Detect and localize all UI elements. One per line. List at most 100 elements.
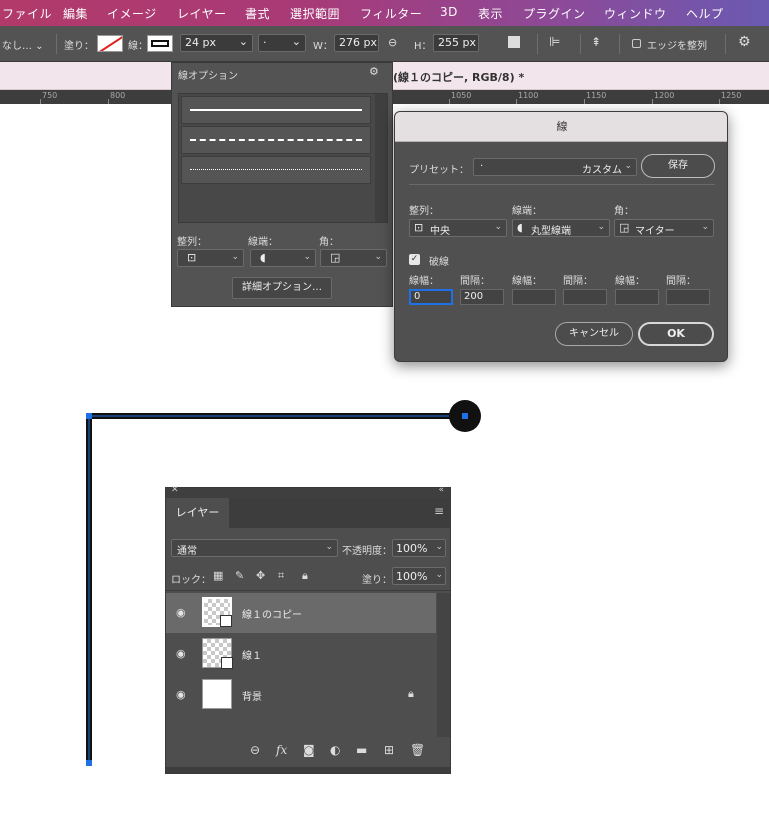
new-layer-icon[interactable]: ⊞ bbox=[384, 743, 394, 757]
close-icon[interactable]: ✕ bbox=[171, 485, 179, 495]
dash-1-field[interactable]: 0 bbox=[409, 289, 453, 305]
blend-mode-select[interactable]: 通常 ⌄ bbox=[171, 539, 338, 557]
stroke-width-field[interactable]: 24 px ⌄ bbox=[180, 34, 253, 52]
anchor-point[interactable] bbox=[462, 413, 468, 419]
corners-select[interactable]: ◲ ⌄ bbox=[320, 249, 387, 267]
align-edges-checkbox[interactable] bbox=[632, 39, 641, 48]
height-field[interactable]: 255 px bbox=[433, 34, 479, 52]
caps-select[interactable]: ◖ 丸型線端 ⌄ bbox=[512, 219, 610, 237]
menu-image[interactable]: イメージ bbox=[107, 5, 157, 22]
menu-view[interactable]: 表示 bbox=[478, 5, 503, 22]
chevron-down-icon: ⌄ bbox=[303, 252, 311, 262]
fill-field[interactable]: 100% ⌄ bbox=[392, 567, 446, 585]
adjustment-layer-icon[interactable]: ◐ bbox=[330, 743, 340, 757]
gear-icon[interactable]: ⚙ bbox=[369, 65, 379, 78]
fill-swatch[interactable] bbox=[97, 35, 123, 52]
gear-icon[interactable]: ⚙ bbox=[738, 34, 751, 50]
layer-row[interactable]: ◉ 線１ bbox=[166, 634, 436, 674]
layer-row[interactable]: ◉ 線１のコピー bbox=[166, 593, 436, 633]
lock-all-icon[interactable]: 🔒︎ bbox=[302, 569, 308, 583]
width-field[interactable]: 276 px bbox=[334, 34, 379, 52]
gap-3-field[interactable] bbox=[666, 289, 710, 305]
menu-plugins[interactable]: プラグイン bbox=[523, 5, 586, 22]
path-arrangement-icon[interactable]: ⇞ bbox=[591, 35, 601, 49]
eye-icon[interactable]: ◉ bbox=[176, 647, 186, 660]
menu-file[interactable]: ファイル bbox=[2, 5, 52, 22]
lock-image-icon[interactable]: ✎ bbox=[235, 569, 244, 582]
align-center-icon: ⊡ bbox=[414, 221, 424, 234]
align-select[interactable]: ⊡ ⌄ bbox=[177, 249, 244, 267]
eye-icon[interactable]: ◉ bbox=[176, 606, 186, 619]
mode-select[interactable]: なし… ⌄ bbox=[2, 37, 44, 52]
anchor-point[interactable] bbox=[86, 760, 92, 766]
link-icon[interactable]: ⊖ bbox=[388, 36, 397, 49]
layer-name[interactable]: 線１のコピー bbox=[242, 606, 302, 621]
lock-transparent-icon[interactable]: ▦ bbox=[213, 569, 223, 582]
caps-value: 丸型線端 bbox=[531, 226, 571, 237]
preset-solid[interactable] bbox=[181, 96, 371, 124]
resize-handle[interactable] bbox=[166, 767, 450, 773]
menu-window[interactable]: ウィンドウ bbox=[604, 5, 667, 22]
stroke-type-select[interactable]: · ⌄ bbox=[258, 34, 306, 52]
corners-select[interactable]: ◲ マイター ⌄ bbox=[614, 219, 714, 237]
align-select[interactable]: ⊡ 中央 ⌄ bbox=[409, 219, 507, 237]
layer-thumbnail bbox=[202, 679, 232, 709]
add-mask-icon[interactable]: ◙ bbox=[303, 743, 315, 757]
lock-artboard-icon[interactable]: ⌗ bbox=[278, 569, 284, 583]
chevron-down-icon: ⌄ bbox=[291, 35, 301, 48]
menu-3d[interactable]: 3D bbox=[440, 5, 458, 19]
menu-help[interactable]: ヘルプ bbox=[686, 5, 724, 22]
stroke-swatch[interactable] bbox=[147, 35, 173, 52]
lock-position-icon[interactable]: ✥ bbox=[256, 569, 265, 582]
dash-3-field[interactable] bbox=[615, 289, 659, 305]
path-operations-icon[interactable] bbox=[508, 36, 520, 48]
path-alignment-icon[interactable]: ⊫ bbox=[549, 35, 560, 50]
collapse-icon[interactable]: « bbox=[438, 485, 444, 495]
panel-menu-icon[interactable]: ≡ bbox=[434, 504, 444, 518]
layer-name[interactable]: 背景 bbox=[242, 688, 262, 703]
divider bbox=[580, 34, 581, 54]
document-title[interactable]: (線１のコピー, RGB/8) * bbox=[393, 69, 524, 85]
menu-layer[interactable]: レイヤー bbox=[177, 5, 227, 22]
preset-select[interactable]: · カスタム ⌄ bbox=[473, 158, 637, 176]
stroke-label: 線： bbox=[128, 41, 148, 52]
gap-1-field[interactable]: 200 bbox=[460, 289, 504, 305]
trash-icon[interactable]: 🗑︎ bbox=[410, 743, 425, 757]
layer-row[interactable]: ◉ 背景 🔒︎ bbox=[166, 675, 436, 715]
fx-icon[interactable]: fx bbox=[276, 743, 287, 757]
ok-button[interactable]: OK bbox=[638, 322, 714, 346]
more-options-button[interactable]: 詳細オプション… bbox=[232, 277, 332, 299]
gap-header: 間隔： bbox=[666, 276, 696, 287]
menu-type[interactable]: 書式 bbox=[245, 5, 270, 22]
stroke-preset-list[interactable] bbox=[178, 93, 388, 223]
menu-filter[interactable]: フィルター bbox=[360, 5, 422, 22]
scrollbar[interactable] bbox=[375, 94, 387, 222]
stroke-color-icon bbox=[151, 40, 169, 47]
link-layers-icon[interactable]: ⊖ bbox=[250, 743, 260, 757]
cancel-button[interactable]: キャンセル bbox=[555, 322, 633, 346]
anchor-point[interactable] bbox=[86, 413, 92, 419]
menu-edit[interactable]: 編集 bbox=[63, 5, 88, 22]
menu-select[interactable]: 選択範囲 bbox=[290, 5, 340, 22]
caps-select[interactable]: ◖ ⌄ bbox=[250, 249, 316, 267]
preset-dashed[interactable] bbox=[181, 126, 371, 154]
round-cap-icon: ◖ bbox=[260, 251, 266, 264]
chevron-down-icon: ⌄ bbox=[494, 222, 502, 232]
preset-label: プリセット： bbox=[409, 165, 469, 176]
dash-2-field[interactable] bbox=[512, 289, 556, 305]
ruler-label: 1050 bbox=[451, 91, 472, 100]
save-button[interactable]: 保存 bbox=[641, 154, 715, 178]
gap-2-field[interactable] bbox=[563, 289, 607, 305]
dashed-line-checkbox[interactable]: ✓ bbox=[409, 254, 420, 265]
tab-layers[interactable]: レイヤー bbox=[166, 498, 229, 528]
new-group-icon[interactable]: ▬ bbox=[356, 743, 367, 757]
eye-icon[interactable]: ◉ bbox=[176, 688, 186, 701]
width-label: W： bbox=[313, 41, 333, 52]
divider bbox=[166, 590, 450, 591]
fill-value: 100% bbox=[396, 570, 428, 583]
align-value: 中央 bbox=[430, 226, 450, 237]
preset-dotted[interactable] bbox=[181, 156, 371, 184]
layer-name[interactable]: 線１ bbox=[242, 647, 262, 662]
scrollbar[interactable] bbox=[437, 593, 450, 737]
opacity-field[interactable]: 100% ⌄ bbox=[392, 539, 446, 557]
